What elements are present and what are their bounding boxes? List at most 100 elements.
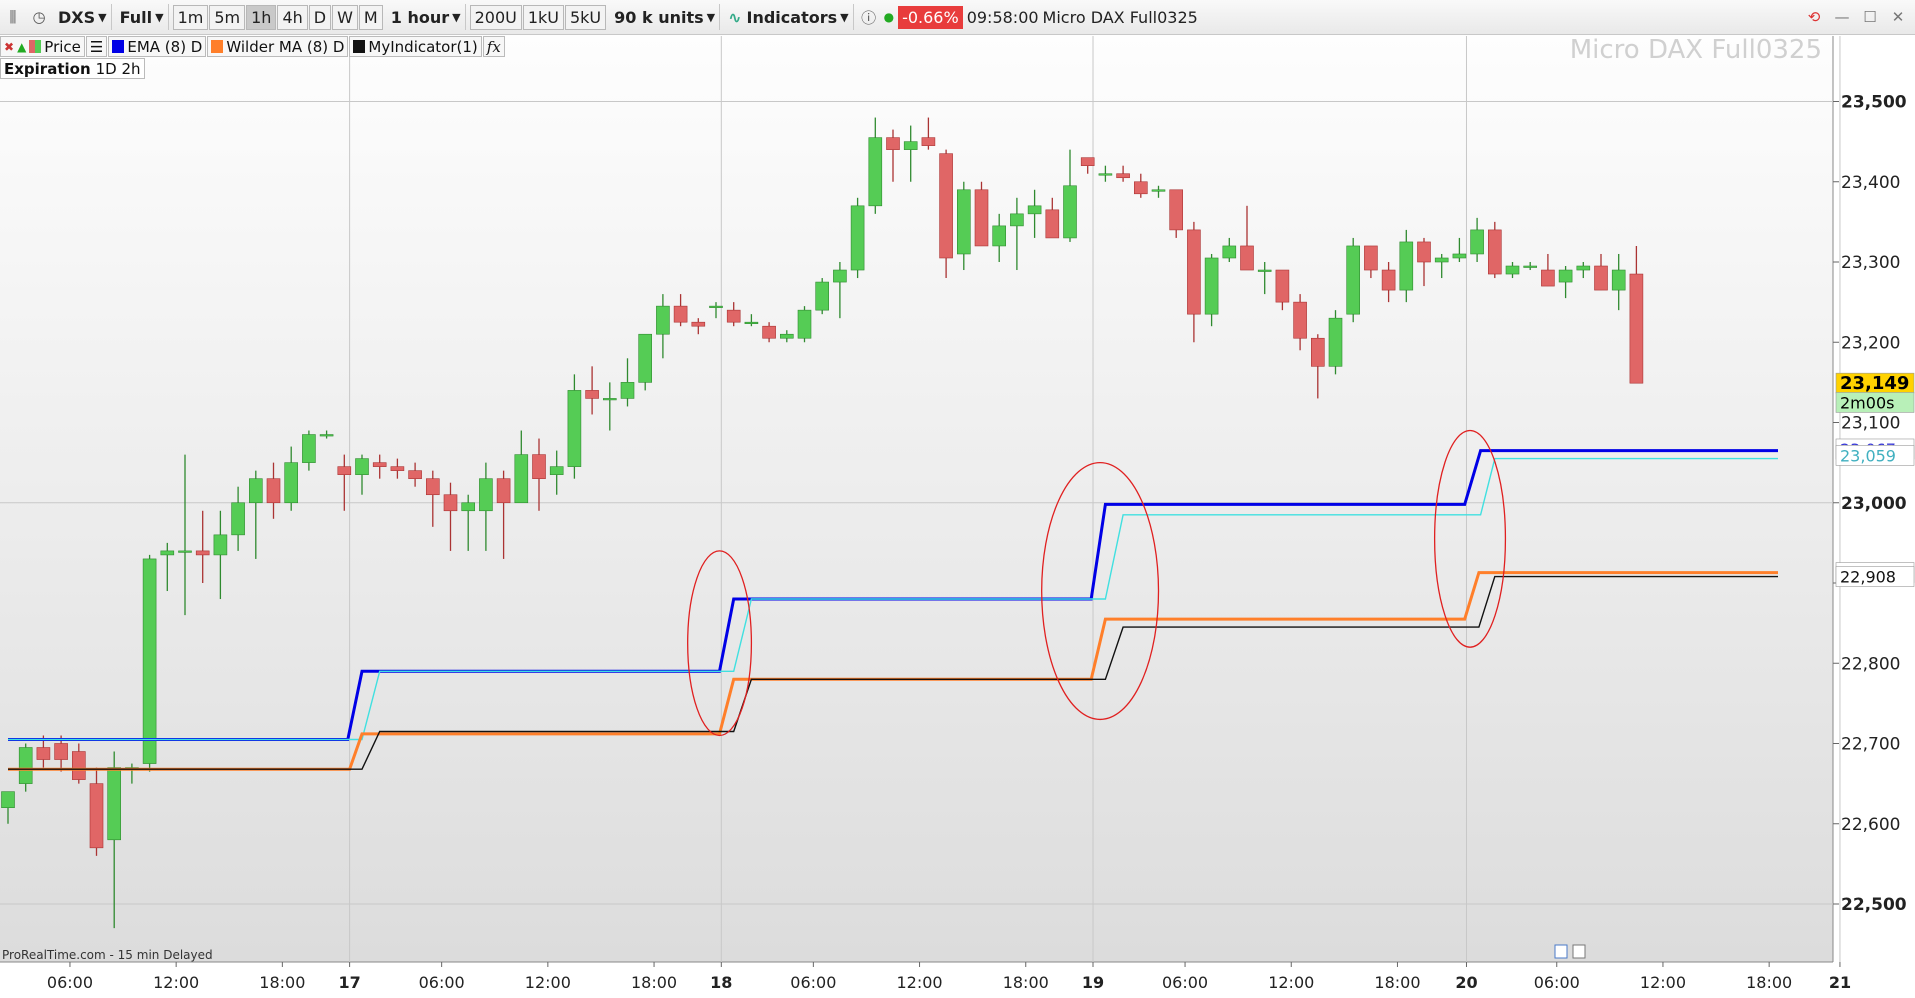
indicator-wave-icon: ∿ [728, 7, 742, 27]
info-icon[interactable]: ⓘ [858, 4, 880, 30]
x-tick-label: 06:00 [790, 973, 836, 992]
candle-body [390, 466, 405, 471]
candle-body [567, 390, 582, 467]
info-icon [1572, 944, 1586, 959]
legend-item[interactable]: MyIndicator(1) [349, 36, 482, 57]
y-tick-label: 22,800 [1841, 654, 1900, 674]
y-tick-label: 23,400 [1841, 173, 1900, 193]
maximize-icon[interactable]: ☐ [1859, 6, 1881, 28]
x-tick-label: 18:00 [1003, 973, 1049, 992]
x-tick-label: 18:00 [631, 973, 677, 992]
sync-icon[interactable]: ⟲ [1803, 6, 1825, 28]
candle-body [319, 434, 334, 437]
bar-count-button-1kU[interactable]: 1kU [522, 4, 564, 30]
candle-body [160, 550, 175, 556]
candle-body [54, 743, 68, 760]
candle-body [1, 791, 15, 809]
x-tick-label: 12:00 [1268, 973, 1314, 992]
toolbar: ⫼ ◷ DXS ▼ Full ▼ 1m 5m 1h 4h D W M 1 hour ▼ 200U 1… [0, 0, 1915, 35]
candle-body [1080, 157, 1095, 167]
candle-body [886, 137, 900, 150]
candle-body [709, 305, 723, 308]
footer-text: ProRealTime.com - 15 min Delayed [2, 948, 213, 962]
x-tick-label: 21 [1829, 973, 1851, 992]
legend-list-icon[interactable]: ☰ [85, 36, 108, 57]
clock-icon[interactable]: ◷ [28, 4, 50, 30]
candle-body [18, 747, 33, 784]
candle-body [1275, 269, 1290, 303]
x-tick-label: 18:00 [1374, 973, 1420, 992]
candle-body [1027, 205, 1042, 215]
candle-body [1257, 269, 1272, 272]
price-badge: 2m00s [1835, 392, 1915, 413]
interval-button-4h[interactable]: 4h [277, 4, 308, 30]
timeframe-select[interactable]: 1 hour ▼ [387, 4, 466, 30]
chevron-down-icon: ▼ [706, 10, 716, 24]
interval-button-5m[interactable]: 5m [209, 4, 246, 30]
candle-body [585, 390, 599, 399]
candle-body [549, 466, 564, 475]
candle-body [1063, 185, 1077, 239]
price-badge-label: 23,149 [1840, 373, 1909, 394]
formula-button[interactable]: fx [482, 36, 505, 57]
status-dot-icon: ● [883, 10, 895, 24]
bar-count-button-200U[interactable]: 200U [469, 4, 522, 30]
price-badge-label: 22,908 [1840, 568, 1896, 587]
candle-body [815, 281, 830, 311]
legend-item[interactable]: Wilder MA (8) D [207, 36, 349, 57]
candlestick-icon[interactable]: ⫼ [2, 4, 24, 30]
move-up-icon[interactable]: ▲ [17, 40, 26, 54]
expiration-box: Expiration 1D 2h [0, 58, 145, 79]
expiration-label: Expiration [4, 59, 91, 78]
candle-body [107, 767, 121, 841]
interval-button-1h[interactable]: 1h [246, 4, 277, 30]
x-tick-label: 18 [710, 973, 732, 992]
price-badge: 23,149 [1835, 372, 1915, 394]
candle-body [797, 309, 812, 339]
candle-body [1594, 265, 1608, 291]
candle-body [1505, 265, 1520, 275]
expiration-value: 1D 2h [95, 59, 141, 78]
candle-body [1381, 269, 1396, 291]
x-tick-label: 12:00 [525, 973, 571, 992]
legend-item[interactable]: EMA (8) D [108, 36, 207, 57]
mode-select[interactable]: Full ▼ [116, 4, 169, 30]
candle-body [89, 783, 104, 849]
candle-body [496, 478, 511, 504]
bar-count-button-5kU[interactable]: 5kU [564, 4, 607, 30]
chevron-down-icon: ▼ [155, 10, 164, 24]
candle-body [762, 325, 776, 339]
y-tick-label: 23,100 [1841, 414, 1900, 434]
candle-body [1204, 257, 1219, 315]
candle-body [620, 382, 635, 399]
legend-price[interactable]: ✖ ▲ Price [0, 36, 85, 57]
interval-button-1m[interactable]: 1m [172, 4, 209, 30]
candle-body [833, 269, 847, 283]
price-chart[interactable]: 22,500 22,600 22,700 22,800 23,000 23,100 23,2… [0, 0, 1915, 998]
minimize-icon[interactable]: — [1831, 6, 1853, 28]
candle-body [284, 462, 299, 504]
bar-count-buttons: 200U 1kU 5kU [469, 4, 607, 30]
candle-body [744, 321, 759, 324]
y-tick-label: 23,000 [1841, 494, 1907, 514]
change-percent-badge: -0.66% [898, 5, 963, 29]
x-tick-label: 19 [1082, 973, 1104, 992]
candle-body [673, 305, 688, 323]
timeframe-label: 1 hour [390, 7, 450, 27]
close-icon[interactable]: ✕ [1887, 6, 1909, 28]
candle-body [992, 225, 1007, 247]
close-panel-icon[interactable]: ✖ [4, 40, 14, 54]
interval-button-W[interactable]: W [332, 4, 358, 30]
interval-button-D[interactable]: D [308, 4, 332, 30]
indicators-button[interactable]: ∿ Indicators ▼ [724, 4, 854, 30]
candle-body [1346, 245, 1360, 315]
candle-body [1134, 181, 1148, 195]
window-controls: ⟲ — ☐ ✕ [1803, 6, 1909, 28]
document-icon [1554, 944, 1568, 959]
candle-body [443, 494, 458, 512]
y-tick-label: 23,200 [1841, 333, 1900, 353]
symbol-select[interactable]: DXS ▼ [54, 4, 112, 30]
price-badge: 23,059 [1835, 445, 1915, 466]
units-select[interactable]: 90 k units ▼ [610, 4, 721, 30]
interval-button-M[interactable]: M [358, 4, 383, 30]
